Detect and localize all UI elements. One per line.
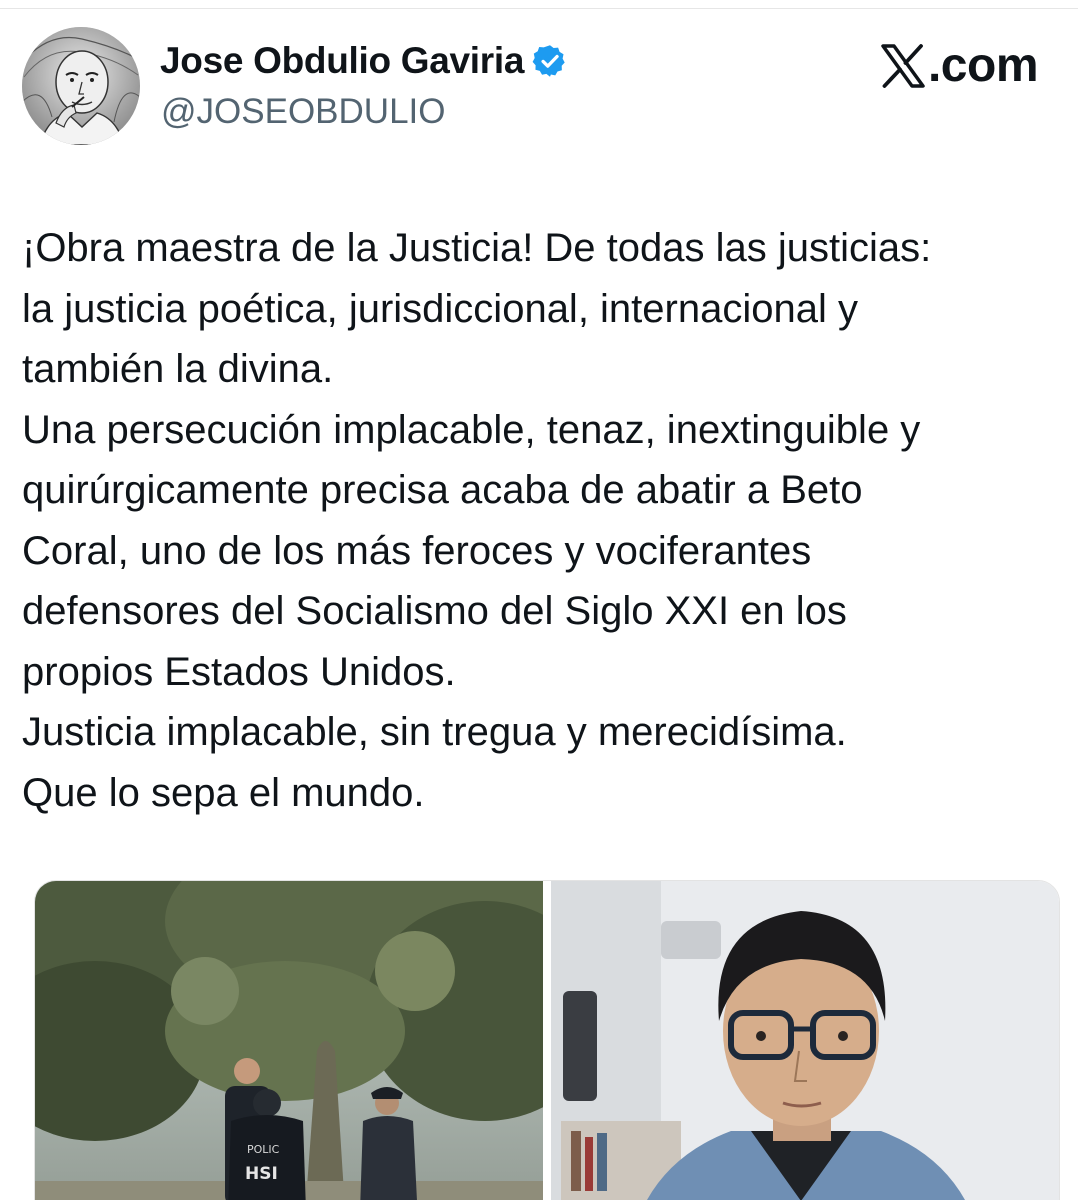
author-handle[interactable]: @JOSEOBDULIO [161,92,445,132]
officers-photo: POLIC HSI [35,881,543,1200]
author-avatar[interactable] [22,27,140,145]
tweet-line: Que lo sepa el mundo. [22,770,425,815]
x-logo-icon [881,43,925,88]
tweet-screenshot: Jose Obdulio Gaviria @JOSEOBDULIO .com ¡… [0,0,1078,1200]
tweet-line: propios Estados Unidos. [22,649,456,694]
tweet-line: ¡Obra maestra de la Justicia! De todas l… [22,226,932,270]
media-photo-portrait[interactable] [551,881,1059,1200]
tweet-media-grid: POLIC HSI [34,880,1060,1200]
brand-domain: .com [927,39,1039,92]
tweet-line: también la divina. [22,347,334,391]
tweet-text: ¡Obra maestra de la Justicia! De todas l… [22,218,1062,823]
tweet-line: defensores del Socialismo del Siglo XXI … [22,589,847,633]
portrait-photo [551,881,1059,1200]
media-photo-officers[interactable]: POLIC HSI [35,881,543,1200]
tweet-line: quirúrgicamente precisa acaba de abatir … [22,468,863,512]
top-divider [0,8,1078,9]
vest-text-polic: POLIC [247,1143,280,1156]
author-name[interactable]: Jose Obdulio Gaviria [160,40,524,82]
tweet-line: la justicia poética, jurisdiccional, int… [22,286,858,331]
verified-badge-icon [532,45,565,77]
author-name-row: Jose Obdulio Gaviria [160,40,568,82]
tweet-line: Una persecución implacable, tenaz, inext… [22,407,921,452]
tweet-line: Justicia implacable, sin tregua y mereci… [22,710,847,754]
x-com-brand: .com [880,38,1039,93]
tweet-line: Coral, uno de los más feroces y vocifera… [22,528,812,573]
avatar-illustration [22,27,140,145]
vest-text-hsi: HSI [245,1164,278,1184]
